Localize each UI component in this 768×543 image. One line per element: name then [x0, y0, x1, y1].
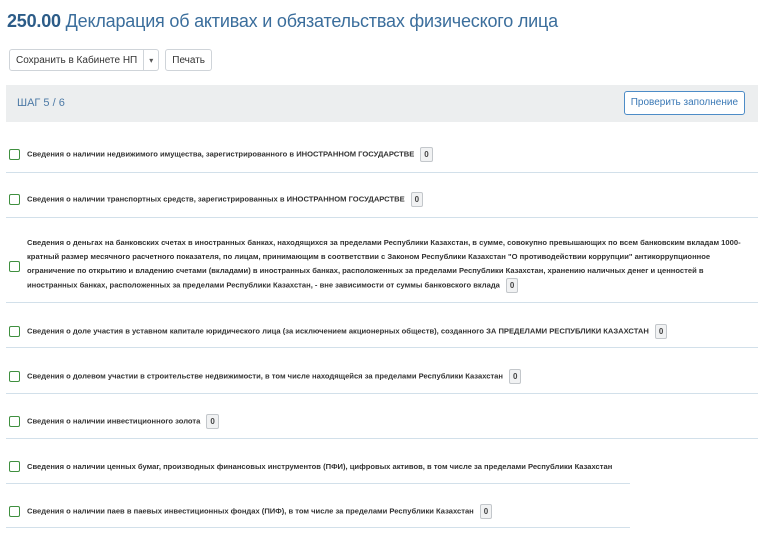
list-item: Сведения о наличии паев в паевых инвести…: [6, 496, 630, 528]
print-button[interactable]: Печать: [165, 49, 213, 71]
toolbar: Сохранить в Кабинете НП ▾ Печать: [9, 49, 213, 73]
item-checkbox[interactable]: [9, 326, 20, 337]
item-checkbox[interactable]: [9, 149, 20, 160]
step-indicator: ШАГ 5 / 6: [17, 97, 65, 109]
item-label: Сведения о долевом участии в строительст…: [27, 371, 503, 381]
item-count-badge: 0: [479, 504, 493, 519]
form-code: 250.00: [7, 11, 61, 31]
item-checkbox[interactable]: [9, 371, 20, 382]
save-button-group: Сохранить в Кабинете НП ▾: [9, 49, 160, 73]
list-item: Сведения о деньгах на банковских счетах …: [6, 230, 758, 303]
item-count-badge: 0: [420, 147, 433, 162]
item-text: Сведения о наличии транспортных средств,…: [27, 192, 424, 207]
item-count-badge: 0: [206, 414, 219, 429]
list-item: Сведения о долевом участии в строительст…: [6, 360, 758, 394]
item-text: Сведения о наличии паев в паевых инвести…: [27, 504, 493, 519]
check-filling-button[interactable]: Проверить заполнение: [623, 91, 745, 115]
item-label: Сведения о наличии паев в паевых инвести…: [27, 506, 474, 516]
list-item: Сведения о наличии транспортных средств,…: [6, 182, 758, 218]
step-bar: ШАГ 5 / 6 Проверить заполнение: [6, 85, 758, 122]
save-to-cabinet-button[interactable]: Сохранить в Кабинете НП: [9, 49, 145, 71]
list-item: Сведения о наличии ценных бумаг, произво…: [6, 452, 630, 484]
item-label: Сведения о доле участия в уставном капит…: [27, 326, 649, 336]
item-count-badge: 0: [654, 324, 668, 339]
item-count-badge: 0: [410, 192, 424, 207]
item-count-badge: 0: [509, 369, 522, 384]
item-text: Сведения о деньгах на банковских счетах …: [27, 236, 752, 293]
item-text: Сведения о наличии недвижимого имущества…: [27, 147, 433, 162]
item-text: Сведения о наличии ценных бумаг, произво…: [27, 460, 612, 474]
page-title: 250.00 Декларация об активах и обязатель…: [7, 11, 558, 32]
list-item: Сведения о наличии недвижимого имущества…: [6, 137, 758, 173]
item-label: Сведения о деньгах на банковских счетах …: [27, 238, 741, 290]
item-label: Сведения о наличии инвестиционного золот…: [27, 416, 201, 426]
item-checkbox[interactable]: [9, 461, 20, 472]
item-label: Сведения о наличии ценных бумаг, произво…: [27, 462, 613, 471]
form-name: Декларация об активах и обязательствах ф…: [65, 11, 558, 31]
item-label: Сведения о наличии транспортных средств,…: [27, 194, 405, 204]
item-label: Сведения о наличии недвижимого имущества…: [27, 149, 415, 159]
item-checkbox[interactable]: [9, 261, 20, 272]
list-item: Сведения о наличии инвестиционного золот…: [6, 405, 758, 439]
list-item: Сведения о доле участия в уставном капит…: [6, 314, 758, 348]
item-checkbox[interactable]: [9, 506, 20, 517]
item-checkbox[interactable]: [9, 194, 20, 205]
item-text: Сведения о долевом участии в строительст…: [27, 369, 522, 384]
item-text: Сведения о наличии инвестиционного золот…: [27, 414, 219, 429]
item-count-badge: 0: [505, 278, 519, 293]
chevron-down-icon[interactable]: ▾: [144, 49, 160, 71]
item-checkbox[interactable]: [9, 416, 20, 427]
item-text: Сведения о доле участия в уставном капит…: [27, 324, 668, 339]
